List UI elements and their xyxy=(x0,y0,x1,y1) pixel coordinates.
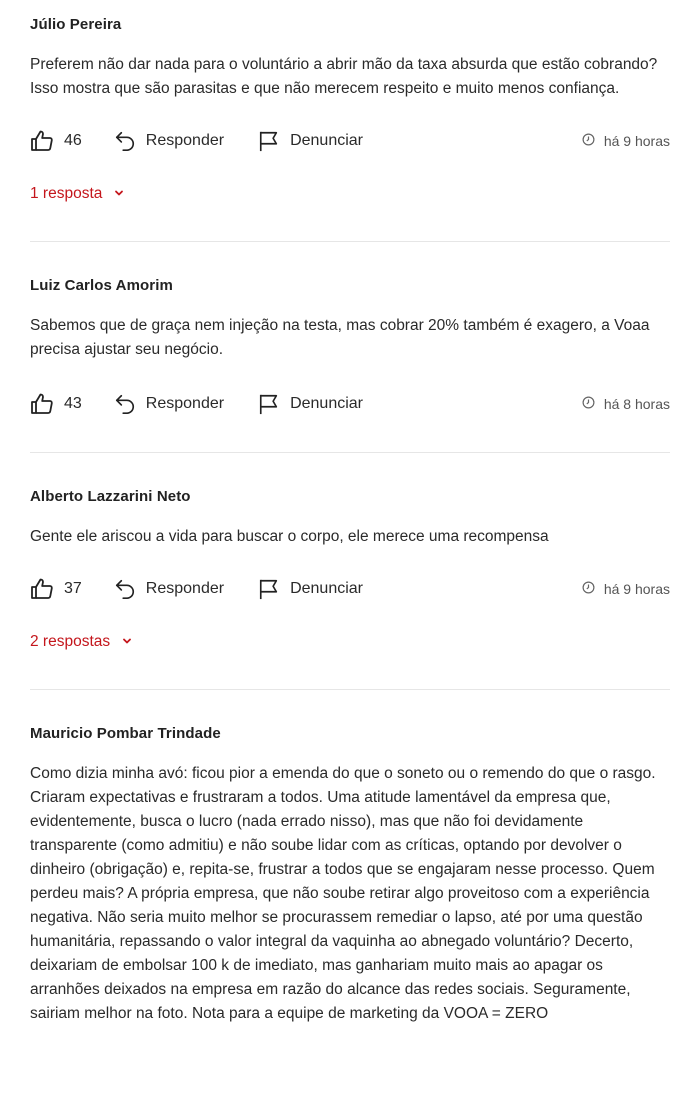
report-label: Denunciar xyxy=(290,580,364,597)
chevron-down-icon xyxy=(110,633,132,651)
like-button[interactable]: 37 xyxy=(30,577,82,601)
clock-icon xyxy=(582,133,595,149)
comment-list: Júlio Pereira Preferem não dar nada para… xyxy=(0,0,687,1026)
comment-actions: 43 Responder Denunciar há 8 horas xyxy=(30,390,670,418)
time-label: há 9 horas xyxy=(603,581,670,597)
comment-text: Sabemos que de graça nem injeção na test… xyxy=(30,317,650,358)
clock-icon xyxy=(582,581,595,597)
report-label: Denunciar xyxy=(290,395,364,412)
comment-text: Como dizia minha avó: ficou pior a emend… xyxy=(30,765,656,1022)
comment-author[interactable]: Luiz Carlos Amorim xyxy=(30,277,670,294)
report-button[interactable]: Denunciar xyxy=(248,393,363,415)
reply-label: Responder xyxy=(145,395,225,412)
reply-button[interactable]: Responder xyxy=(104,393,224,415)
like-count: 46 xyxy=(64,132,82,149)
thumbs-up-icon xyxy=(30,392,54,416)
show-replies-button[interactable]: 2 respostas xyxy=(30,633,670,651)
time-label: há 8 horas xyxy=(603,396,670,412)
comment-author[interactable]: Mauricio Pombar Trindade xyxy=(30,725,670,742)
comment-time: há 9 horas xyxy=(582,127,670,155)
comment-author[interactable]: Alberto Lazzarini Neto xyxy=(30,488,670,505)
replies-label: 2 respostas xyxy=(30,633,111,650)
report-button[interactable]: Denunciar xyxy=(248,130,363,152)
report-label: Denunciar xyxy=(290,132,364,149)
comment-time: há 9 horas xyxy=(582,575,670,603)
comment: Júlio Pereira Preferem não dar nada para… xyxy=(30,0,670,203)
report-button[interactable]: Denunciar xyxy=(248,578,363,600)
comment-time: há 8 horas xyxy=(582,390,670,418)
thumbs-up-icon xyxy=(30,577,54,601)
time-label: há 9 horas xyxy=(603,133,670,149)
reply-arrow-icon xyxy=(114,578,136,600)
like-button[interactable]: 46 xyxy=(30,129,82,153)
flag-icon xyxy=(258,578,280,600)
comment-author[interactable]: Júlio Pereira xyxy=(30,16,670,33)
reply-arrow-icon xyxy=(114,393,136,415)
flag-icon xyxy=(258,130,280,152)
flag-icon xyxy=(258,393,280,415)
show-replies-button[interactable]: 1 resposta xyxy=(30,185,670,203)
comment-actions: 46 Responder Denunciar há 9 horas xyxy=(30,127,670,155)
reply-button[interactable]: Responder xyxy=(104,130,224,152)
clock-icon xyxy=(582,396,595,412)
comment-text: Preferem não dar nada para o voluntário … xyxy=(30,56,658,97)
chevron-down-icon xyxy=(102,185,124,203)
replies-label: 1 resposta xyxy=(30,185,103,202)
comment: Luiz Carlos Amorim Sabemos que de graça … xyxy=(30,242,670,418)
thumbs-up-icon xyxy=(30,129,54,153)
like-count: 43 xyxy=(64,395,82,412)
comment: Mauricio Pombar Trindade Como dizia minh… xyxy=(30,690,670,1026)
reply-label: Responder xyxy=(145,132,225,149)
reply-arrow-icon xyxy=(114,130,136,152)
like-button[interactable]: 43 xyxy=(30,392,82,416)
comment-actions: 37 Responder Denunciar há 9 horas xyxy=(30,575,670,603)
reply-button[interactable]: Responder xyxy=(104,578,224,600)
reply-label: Responder xyxy=(145,580,225,597)
like-count: 37 xyxy=(64,580,82,597)
comment-text: Gente ele ariscou a vida para buscar o c… xyxy=(30,528,549,545)
comment: Alberto Lazzarini Neto Gente ele ariscou… xyxy=(30,453,670,651)
